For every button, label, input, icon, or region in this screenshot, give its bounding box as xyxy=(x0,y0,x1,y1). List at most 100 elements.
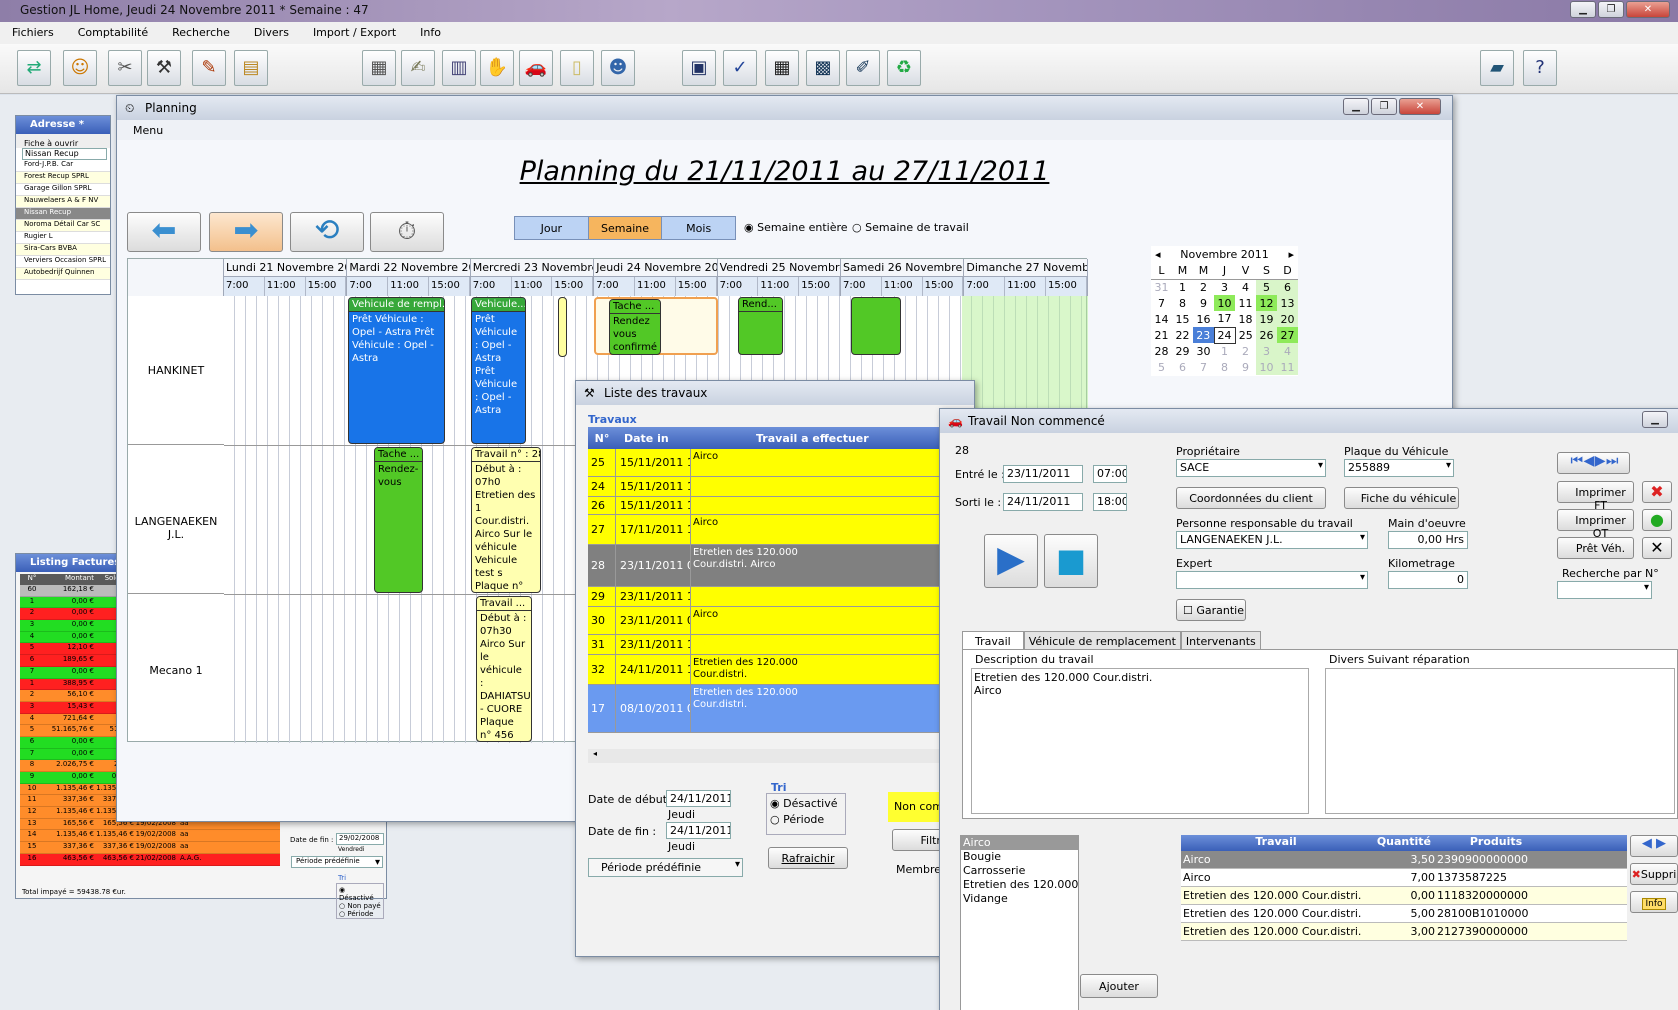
calendar-day[interactable]: 22 xyxy=(1172,327,1193,343)
calendar-day[interactable]: 12 xyxy=(1256,295,1277,311)
task-small[interactable] xyxy=(558,297,567,357)
mo-input[interactable]: 0,00 Hrs xyxy=(1388,531,1468,549)
table-row[interactable]: Etretien des 120.000 Cour.distri. 5,00 281… xyxy=(1181,905,1627,923)
task-rend[interactable]: Rend... xyxy=(738,297,783,355)
help-icon[interactable]: ? xyxy=(1523,50,1557,86)
proprietaire-select[interactable]: SACE xyxy=(1176,459,1326,477)
clock-icon[interactable]: ⏱ xyxy=(370,212,444,252)
calendar-day[interactable]: 25 xyxy=(1235,327,1256,343)
stack-icon[interactable]: ▥ xyxy=(442,50,476,86)
calendar-day[interactable]: 4 xyxy=(1235,279,1256,295)
fiche-vehicule-button[interactable]: Fiche du véhicule xyxy=(1344,487,1459,509)
recycle-icon[interactable]: ♻ xyxy=(887,50,921,86)
travaux-date-fin-input[interactable]: 24/11/2011 xyxy=(666,822,731,839)
coordonnees-client-button[interactable]: Coordonnées du client xyxy=(1176,487,1326,509)
calendar-day[interactable]: 17 xyxy=(1214,311,1235,327)
menu-info[interactable]: Info xyxy=(420,22,453,44)
adresse-list-item[interactable]: Noroma Détail Car SC xyxy=(16,220,110,232)
garantie-checkbox[interactable]: ☐ Garantie xyxy=(1176,599,1246,621)
stop-button[interactable]: ■ xyxy=(1044,534,1098,588)
travail-minimize-button[interactable]: ▁ xyxy=(1642,411,1668,428)
responsable-select[interactable]: LANGENAEKEN J.L. xyxy=(1176,531,1368,549)
table-row[interactable]: 2415/11/2011 11: xyxy=(588,477,974,497)
calendar-day[interactable]: 7 xyxy=(1193,359,1214,375)
entre-date-input[interactable]: 23/11/2011 xyxy=(1003,465,1083,483)
task-travail-28[interactable]: Travail n° : 28 Début à : 07h0 Etretien … xyxy=(471,447,541,593)
calendar-day[interactable]: 28 xyxy=(1151,343,1172,359)
col-travail[interactable]: Travail a effectuer xyxy=(686,432,869,445)
calendar-day[interactable]: 2 xyxy=(1235,343,1256,359)
prev-week-button[interactable]: ⬅ xyxy=(127,212,201,252)
list-item[interactable]: Bougie xyxy=(961,850,1078,864)
list-item[interactable]: Carrosserie xyxy=(961,864,1078,878)
calendar-day[interactable]: 5 xyxy=(1256,279,1277,295)
task-rendez-vous-confirme[interactable]: Tache ... Rendez vous confirmé xyxy=(609,299,661,355)
fact-tri-periode[interactable]: ○ Période xyxy=(339,910,381,918)
cashregister-icon[interactable]: ▩ xyxy=(806,50,840,86)
table-row[interactable]: 3224/11/2011 10:Etretien des 120.000 Cou… xyxy=(588,655,974,685)
calendar-day[interactable]: 23 xyxy=(1193,327,1214,343)
nav-arrows[interactable]: ⏮ ◀ ▶ ⏭ xyxy=(1557,452,1630,474)
recherche-select[interactable] xyxy=(1557,581,1652,599)
entre-time-input[interactable]: 07:00 xyxy=(1093,465,1127,483)
calendar-day[interactable]: 18 xyxy=(1235,311,1256,327)
adresse-list-item[interactable]: Sira-Cars BVBA xyxy=(16,244,110,256)
adresse-list-item[interactable]: Nauwelaers A & F NV xyxy=(16,196,110,208)
calendar-day[interactable]: 29 xyxy=(1172,343,1193,359)
task-vehicule-rempl-1[interactable]: Vehicule de rempl... Prêt Véhicule : Ope… xyxy=(348,297,445,444)
table-row[interactable]: 14 1.135,46 €1.135,46 €19/02/2008 aa xyxy=(20,830,280,843)
table-row[interactable]: 16 463,56 €463,56 €21/02/2008 A.A.G. xyxy=(20,853,280,866)
calendar-day[interactable]: 8 xyxy=(1214,359,1235,375)
calendar-day[interactable]: 31 xyxy=(1151,279,1172,295)
hand-icon[interactable]: ✋ xyxy=(480,50,514,86)
table-row[interactable]: 3123/11/2011 14: xyxy=(588,635,974,655)
notepad-icon[interactable]: ✐ xyxy=(846,50,880,86)
travaux-tri-desactive[interactable]: ◉ Désactivé xyxy=(770,797,842,810)
task-saturday[interactable] xyxy=(851,297,901,355)
travaux-periode-select[interactable]: Période prédéfinie xyxy=(588,858,743,877)
calendar-day[interactable]: 3 xyxy=(1256,343,1277,359)
table-row[interactable]: 2717/11/2011 12:Airco xyxy=(588,515,974,545)
people-icon[interactable]: ☻ xyxy=(601,50,635,86)
tab-mois[interactable]: Mois xyxy=(662,217,736,239)
calendar-next-icon[interactable]: ▸ xyxy=(1288,248,1294,261)
exit-icon[interactable]: ⇄ xyxy=(17,50,51,86)
clipboard-icon[interactable]: ✓ xyxy=(723,50,757,86)
list-item[interactable]: Etretien des 120.000 Cou xyxy=(961,878,1078,892)
nav-arrows-small[interactable]: ◀ ▶ xyxy=(1630,835,1678,857)
planning-close-button[interactable]: ✕ xyxy=(1399,98,1441,115)
travaux-tri-periode[interactable]: ○ Période xyxy=(770,813,842,826)
menu-import-export[interactable]: Import / Export xyxy=(313,22,408,44)
calendar-day[interactable]: 30 xyxy=(1193,343,1214,359)
col-date[interactable]: Date in xyxy=(616,432,686,445)
table-row[interactable]: 15 337,36 €337,36 €19/02/2008 aa xyxy=(20,842,280,854)
tab-semaine[interactable]: Semaine xyxy=(587,217,663,239)
document-icon[interactable]: ✎ xyxy=(192,50,226,86)
table-row[interactable]: Airco 7,00 1373587225 xyxy=(1181,869,1627,887)
adresse-list-item[interactable]: Nissan Recup xyxy=(16,208,110,220)
menu-divers[interactable]: Divers xyxy=(254,22,301,44)
person-icon[interactable]: ☺ xyxy=(63,50,97,86)
film-icon[interactable]: ▦ xyxy=(765,50,799,86)
calendar-day[interactable]: 5 xyxy=(1151,359,1172,375)
calendar-day[interactable]: 7 xyxy=(1151,295,1172,311)
worker-icon[interactable]: ⚒ xyxy=(147,50,181,86)
calendar-prev-icon[interactable]: ◂ xyxy=(1155,248,1161,261)
calendar-day[interactable]: 13 xyxy=(1277,295,1298,311)
calendar-day[interactable]: 8 xyxy=(1172,295,1193,311)
col-n[interactable]: N° xyxy=(588,432,616,445)
calendar-day[interactable]: 2 xyxy=(1193,279,1214,295)
calendar-day[interactable]: 26 xyxy=(1256,327,1277,343)
adresse-list-item[interactable]: Autobedrijf Quinnen xyxy=(16,268,110,280)
table-row[interactable]: Etretien des 120.000 Cour.distri. 0,00 111… xyxy=(1181,887,1627,905)
imprimer-ot-button[interactable]: Imprimer OT xyxy=(1557,509,1634,540)
desc-textarea[interactable]: Etretien des 120.000 Cour.distri. Airco xyxy=(971,668,1309,814)
calendar-day[interactable]: 1 xyxy=(1214,343,1235,359)
adresse-list-item[interactable]: Rugier L xyxy=(16,232,110,244)
rafraichir-button[interactable]: Rafraichir xyxy=(768,847,848,869)
plaque-select[interactable]: 255889 xyxy=(1344,459,1454,477)
calendar-day[interactable]: 16 xyxy=(1193,311,1214,327)
adresse-search-input[interactable]: Nissan Recup xyxy=(22,148,107,160)
fact-periode-select[interactable]: Période prédéfinie xyxy=(291,856,383,868)
calculator-icon[interactable]: ▣ xyxy=(682,50,716,86)
